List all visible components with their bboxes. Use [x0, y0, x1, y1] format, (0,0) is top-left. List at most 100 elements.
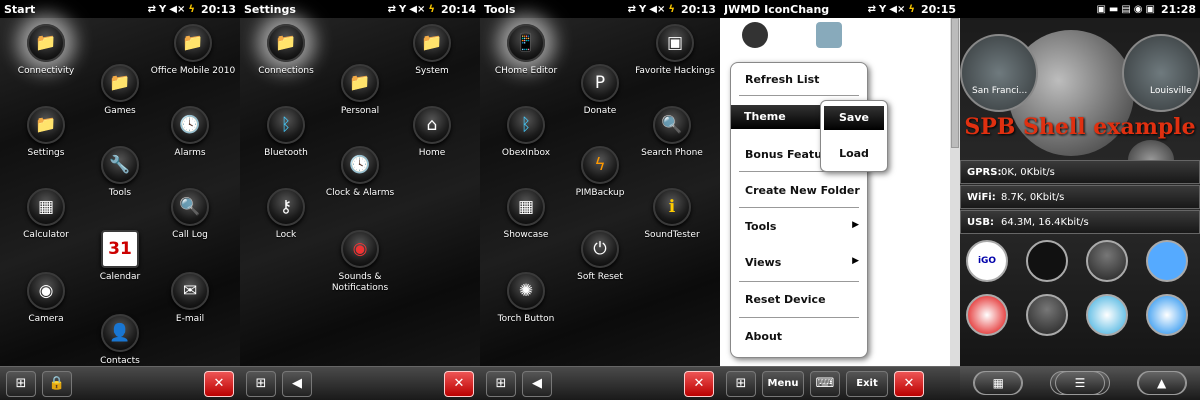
app-donate[interactable]: P Donate [560, 64, 640, 117]
keyboard-icon: ⌨ [815, 376, 835, 391]
app-games[interactable]: 📁 Games [80, 64, 160, 117]
close-button[interactable]: ✕ [894, 370, 924, 397]
theme-submenu: Save Load [820, 100, 888, 172]
app-email[interactable]: ✉ E-mail [150, 272, 230, 325]
menu-item-tools[interactable]: Tools [745, 220, 776, 233]
back-button[interactable]: ◀ [522, 370, 552, 397]
tile-opera[interactable] [966, 294, 1008, 336]
tile-media[interactable] [1086, 294, 1128, 336]
status-icon: ▤ [1121, 3, 1131, 15]
scrollbar-thumb[interactable] [951, 18, 959, 148]
arrow-up-icon: ▲ [1137, 371, 1186, 395]
app-torch-button[interactable]: ✺ Torch Button [486, 272, 566, 325]
keyboard-button[interactable]: ⌨ [810, 370, 840, 397]
close-button[interactable]: ✕ [204, 370, 234, 397]
battery-charging-icon: ϟ [188, 3, 195, 15]
battery-charging-icon: ϟ [668, 3, 675, 15]
submenu-item-load[interactable]: Load [821, 147, 887, 160]
close-icon: ✕ [903, 376, 915, 391]
scrollbar[interactable] [950, 18, 960, 366]
app-contacts[interactable]: 👤 Contacts [80, 314, 160, 367]
tile-signal[interactable] [1026, 240, 1068, 282]
app-soft-reset[interactable]: ⏻ Soft Reset [560, 230, 640, 283]
lock-button[interactable]: 🔒 [42, 370, 72, 397]
app-chome-editor[interactable]: 📱 CHome Editor [486, 24, 566, 77]
bluetooth-icon: ᛒ [267, 106, 305, 144]
app-clock-alarms[interactable]: 🕓 Clock & Alarms [320, 146, 400, 199]
app-calendar[interactable]: 31 Calendar [80, 230, 160, 283]
menu-item-bonus-feature[interactable]: Bonus Feature [745, 148, 823, 161]
folder-icon: 📁 [413, 24, 451, 62]
tile-calculator[interactable] [1086, 240, 1128, 282]
app-search-phone[interactable]: 🔍 Search Phone [632, 106, 712, 159]
tile-igo[interactable]: iGO [966, 240, 1008, 282]
close-button[interactable]: ✕ [444, 370, 474, 397]
windows-start-button[interactable]: ⊞ [726, 370, 756, 397]
menu-item-create-folder[interactable]: Create New Folder [745, 184, 860, 197]
tile-photos[interactable] [1146, 240, 1188, 282]
grid-button[interactable]: ▦ [973, 371, 1024, 395]
folder-icon: 📁 [341, 64, 379, 102]
menu-softkey[interactable]: Menu [762, 370, 804, 397]
app-obexinbox[interactable]: ᛒ ObexInbox [486, 106, 566, 159]
app-system[interactable]: 📁 System [392, 24, 472, 77]
app-bluetooth[interactable]: ᛒ Bluetooth [246, 106, 326, 159]
folder-icon: 📁 [267, 24, 305, 62]
app-showcase[interactable]: ▦ Showcase [486, 188, 566, 241]
menu-button[interactable]: ☰ [1049, 371, 1110, 395]
menu-item-views[interactable]: Views [745, 256, 781, 269]
games-folder-icon: 📁 [101, 64, 139, 102]
exit-softkey[interactable]: Exit [846, 370, 888, 397]
volume-icon: ◀× [889, 3, 906, 15]
magnifier-icon: 🔍 [171, 188, 209, 226]
connectivity-icon: ⇄ [627, 3, 637, 15]
app-pimbackup[interactable]: ϟ PIMBackup [560, 146, 640, 199]
tools-icon: 🔧 [101, 146, 139, 184]
app-calculator[interactable]: ▦ Calculator [6, 188, 86, 241]
status-icon: ◉ [1133, 3, 1143, 15]
start-screen: Start ⇄ Y ◀× ϟ 20:13 📁 Connectivity 📁 Games 📁… [0, 0, 240, 400]
home-icon: ⌂ [413, 106, 451, 144]
clock-widget-left[interactable] [960, 34, 1038, 112]
volume-icon: ◀× [169, 3, 186, 15]
signal-icon: Y [159, 3, 167, 15]
connectivity-icon: ⇄ [867, 3, 877, 15]
back-button[interactable]: ◀ [282, 370, 312, 397]
app-connections[interactable]: 📁 Connections [246, 24, 326, 77]
app-home[interactable]: ⌂ Home [392, 106, 472, 159]
app-call-log[interactable]: 🔍 Call Log [150, 188, 230, 241]
clock-time: 20:15 [920, 2, 956, 16]
windows-start-button[interactable]: ⊞ [486, 370, 516, 397]
windows-start-button[interactable]: ⊞ [6, 370, 36, 397]
app-tools[interactable]: 🔧 Tools [80, 146, 160, 199]
app-office-mobile[interactable]: 📁 Office Mobile 2010 [150, 24, 236, 77]
app-lock[interactable]: ⚷ Lock [246, 188, 326, 241]
windows-logo-icon: ⊞ [15, 376, 27, 391]
settings-screen: Settings ⇄ Y ◀× ϟ 20:14 📁 Connections 📁 Syste… [240, 0, 480, 400]
app-favorite-hackings[interactable]: ▣ Favorite Hackings [632, 24, 718, 77]
clock-widget-right[interactable] [1122, 34, 1200, 112]
app-alarms[interactable]: 🕓 Alarms [150, 106, 230, 159]
windows-logo-icon: ⊞ [255, 376, 267, 391]
menu-item-reset-device[interactable]: Reset Device [745, 293, 826, 306]
bluetooth-icon: ᛒ [507, 106, 545, 144]
submenu-item-save[interactable]: Save [824, 106, 884, 130]
windows-start-button[interactable]: ⊞ [246, 370, 276, 397]
clock-icon: 🕓 [341, 146, 379, 184]
close-button[interactable]: ✕ [684, 370, 714, 397]
up-button[interactable]: ▲ [1136, 371, 1187, 395]
signal-icon: Y [879, 3, 887, 15]
menu-item-refresh-list[interactable]: Refresh List [745, 73, 819, 86]
clock-time: 20:13 [200, 2, 236, 16]
clock-time: 20:13 [680, 2, 716, 16]
app-camera[interactable]: ◉ Camera [6, 272, 86, 325]
headline: SPB Shell example [964, 114, 1196, 140]
tile-messaging[interactable] [1026, 294, 1068, 336]
tile-clock[interactable] [1146, 294, 1188, 336]
app-personal[interactable]: 📁 Personal [320, 64, 400, 117]
menu-item-about[interactable]: About [745, 330, 782, 343]
app-soundtester[interactable]: ℹ SoundTester [632, 188, 712, 241]
app-connectivity[interactable]: 📁 Connectivity [6, 24, 86, 77]
app-settings[interactable]: 📁 Settings [6, 106, 86, 159]
app-sounds[interactable]: ◉ Sounds & Notifications [320, 230, 400, 294]
